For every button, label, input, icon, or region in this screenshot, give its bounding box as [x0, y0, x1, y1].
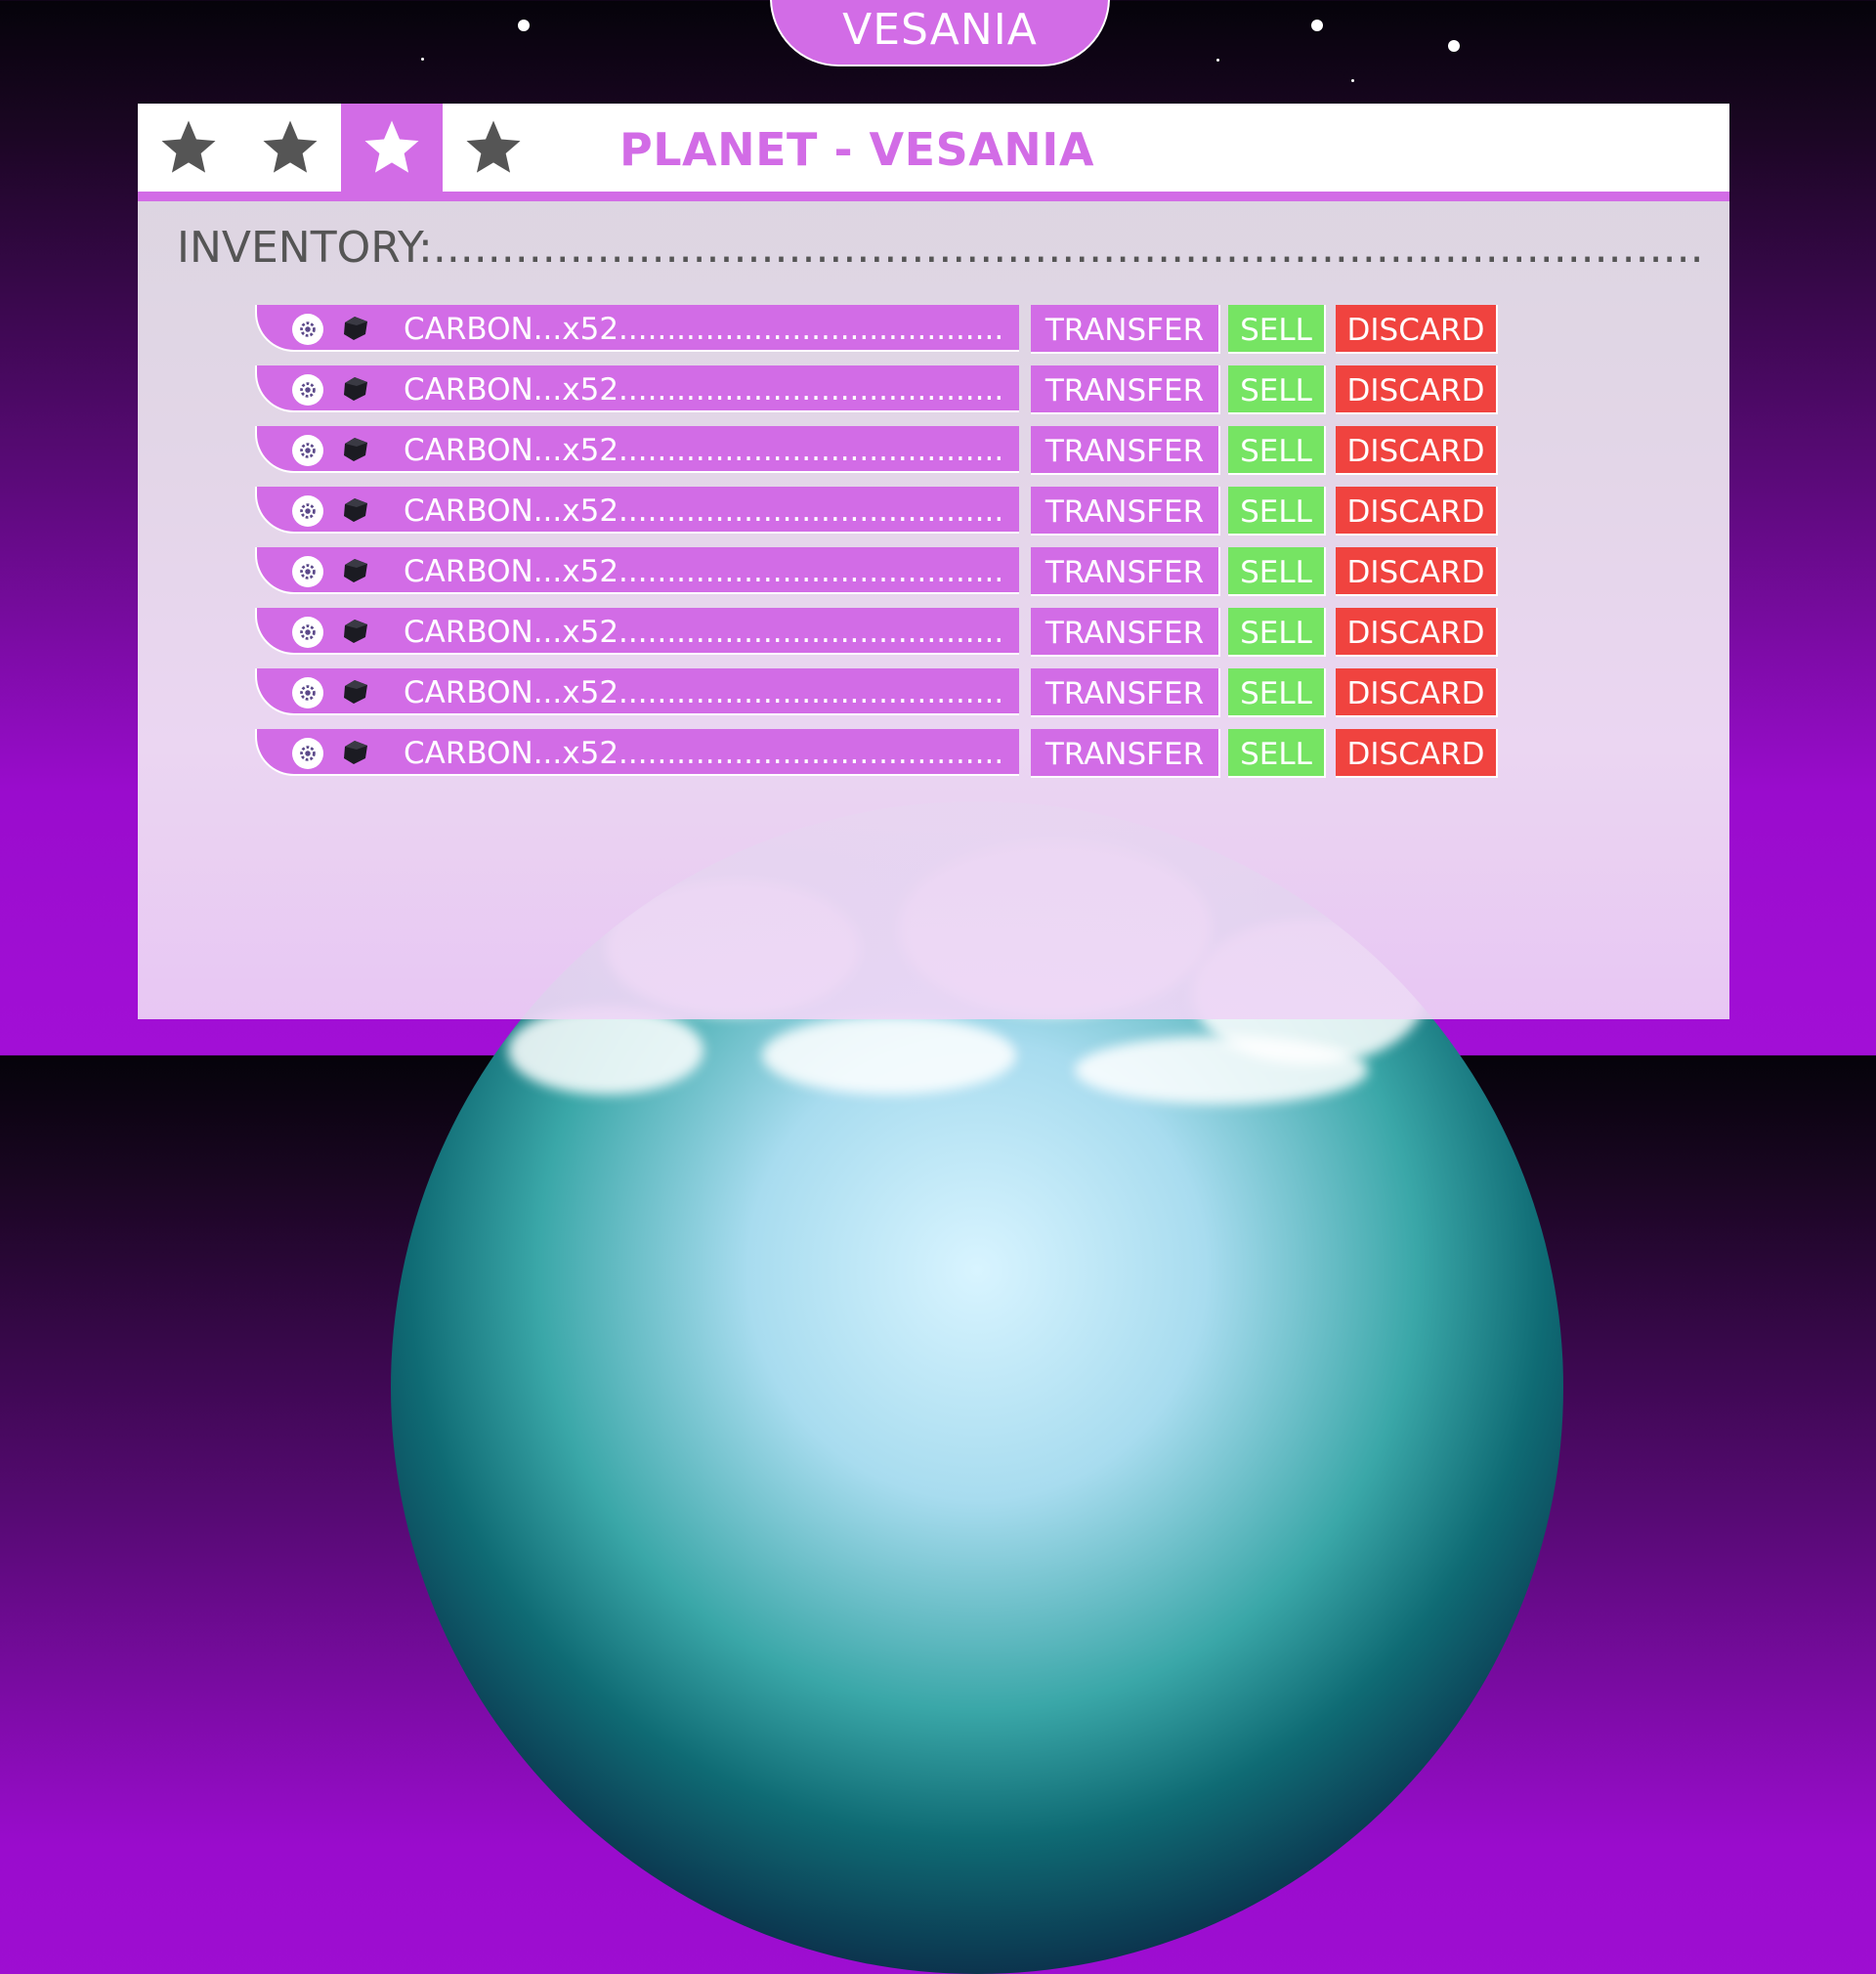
transfer-button[interactable]: TRANSFER [1031, 426, 1220, 475]
item-bar[interactable]: CARBON...x52............................… [255, 305, 1019, 352]
discard-button[interactable]: DISCARD [1336, 547, 1498, 596]
window-title: VESANIA [842, 4, 1038, 55]
carbon-ore-icon [341, 315, 370, 342]
item-label: CARBON...x52............................… [404, 615, 1004, 650]
item-label: CARBON...x52............................… [404, 554, 1004, 589]
item-label: CARBON...x52............................… [404, 312, 1004, 347]
gear-icon[interactable] [292, 738, 323, 769]
gear-icon[interactable] [292, 495, 323, 527]
tab-star-4[interactable] [443, 104, 544, 192]
background-star [421, 58, 424, 61]
gear-icon[interactable] [292, 617, 323, 648]
tab-star-2[interactable] [239, 104, 341, 192]
sell-button[interactable]: SELL [1228, 729, 1326, 778]
star-icon [466, 120, 521, 173]
star-icon [263, 120, 318, 173]
gear-icon[interactable] [292, 435, 323, 466]
item-label: CARBON...x52............................… [404, 675, 1004, 710]
sell-button[interactable]: SELL [1228, 668, 1326, 717]
carbon-ore-icon [341, 436, 370, 463]
sell-button[interactable]: SELL [1228, 487, 1326, 536]
sell-button[interactable]: SELL [1228, 426, 1326, 475]
carbon-ore-icon [341, 557, 370, 584]
background-star [1311, 20, 1323, 31]
sell-button[interactable]: SELL [1228, 365, 1326, 414]
panel-header: PLANET - VESANIA [138, 104, 1729, 201]
transfer-button[interactable]: TRANSFER [1031, 668, 1220, 717]
carbon-ore-icon [341, 618, 370, 645]
item-bar[interactable]: CARBON...x52............................… [255, 729, 1019, 776]
sell-button[interactable]: SELL [1228, 305, 1326, 354]
gear-icon[interactable] [292, 374, 323, 406]
item-label: CARBON...x52............................… [404, 494, 1004, 529]
sell-button[interactable]: SELL [1228, 547, 1326, 596]
discard-button[interactable]: DISCARD [1336, 487, 1498, 536]
item-bar[interactable]: CARBON...x52............................… [255, 426, 1019, 473]
item-bar[interactable]: CARBON...x52............................… [255, 668, 1019, 715]
transfer-button[interactable]: TRANSFER [1031, 729, 1220, 778]
discard-button[interactable]: DISCARD [1336, 426, 1498, 475]
planet-name-tab: VESANIA [770, 0, 1110, 66]
gear-icon[interactable] [292, 677, 323, 708]
carbon-ore-icon [341, 678, 370, 706]
item-bar[interactable]: CARBON...x52............................… [255, 608, 1019, 655]
star-icon [161, 120, 216, 173]
item-bar[interactable]: CARBON...x52............................… [255, 487, 1019, 534]
inventory-heading: INVENTORY:..............................… [177, 223, 1701, 273]
discard-button[interactable]: DISCARD [1336, 668, 1498, 717]
discard-button[interactable]: DISCARD [1336, 365, 1498, 414]
discard-button[interactable]: DISCARD [1336, 608, 1498, 657]
background-star [1351, 79, 1354, 82]
transfer-button[interactable]: TRANSFER [1031, 547, 1220, 596]
gear-icon[interactable] [292, 556, 323, 587]
carbon-ore-icon [341, 375, 370, 403]
transfer-button[interactable]: TRANSFER [1031, 608, 1220, 657]
transfer-button[interactable]: TRANSFER [1031, 365, 1220, 414]
discard-button[interactable]: DISCARD [1336, 305, 1498, 354]
star-icon [364, 120, 419, 173]
item-label: CARBON...x52............................… [404, 433, 1004, 468]
item-bar[interactable]: CARBON...x52............................… [255, 365, 1019, 412]
background-star [518, 20, 530, 31]
gear-icon[interactable] [292, 314, 323, 345]
sell-button[interactable]: SELL [1228, 608, 1326, 657]
panel-title: PLANET - VESANIA [619, 123, 1095, 176]
carbon-ore-icon [341, 496, 370, 524]
item-label: CARBON...x52............................… [404, 372, 1004, 408]
tab-star-1[interactable] [138, 104, 239, 192]
transfer-button[interactable]: TRANSFER [1031, 305, 1220, 354]
background-star [1216, 59, 1219, 62]
inventory-panel: PLANET - VESANIA INVENTORY:.............… [138, 104, 1729, 1019]
item-label: CARBON...x52............................… [404, 736, 1004, 771]
transfer-button[interactable]: TRANSFER [1031, 487, 1220, 536]
item-bar[interactable]: CARBON...x52............................… [255, 547, 1019, 594]
tab-star-3[interactable] [341, 104, 443, 192]
carbon-ore-icon [341, 739, 370, 766]
discard-button[interactable]: DISCARD [1336, 729, 1498, 778]
background-star [1448, 40, 1460, 52]
